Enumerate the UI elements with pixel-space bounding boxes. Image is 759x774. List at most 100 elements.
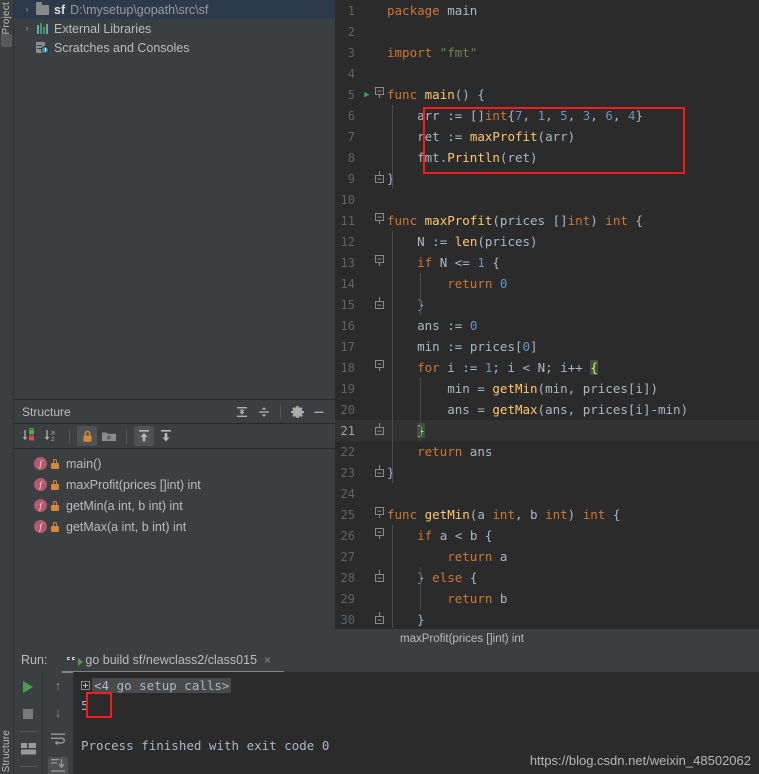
- code-line[interactable]: 14 return 0: [335, 273, 759, 294]
- code-line[interactable]: 7 ret := maxProfit(arr): [335, 126, 759, 147]
- line-number: 12: [340, 234, 355, 249]
- line-number: 9: [347, 171, 355, 186]
- function-badge-icon: f: [34, 520, 47, 533]
- line-number: 4: [347, 66, 355, 81]
- run-icon[interactable]: [18, 677, 38, 697]
- fold-open-icon[interactable]: [373, 507, 385, 522]
- structure-item-getmax[interactable]: f getMax(a int, b int) int: [14, 516, 335, 537]
- soft-wrap-icon[interactable]: [48, 730, 68, 748]
- stop-icon[interactable]: [18, 704, 38, 724]
- collapse-all-icon[interactable]: [254, 402, 274, 422]
- tree-item-external-libraries[interactable]: › External Libraries: [14, 19, 335, 38]
- code-line[interactable]: 27 return a: [335, 546, 759, 567]
- group-by-file-icon[interactable]: [99, 426, 119, 446]
- show-non-public-icon[interactable]: [77, 426, 97, 446]
- code-line[interactable]: 6 arr := []int{7, 1, 5, 3, 6, 4}: [335, 105, 759, 126]
- code-line[interactable]: 16 ans := 0: [335, 315, 759, 336]
- code-line[interactable]: 23}: [335, 462, 759, 483]
- divider: [126, 428, 127, 444]
- sort-by-visibility-icon[interactable]: [20, 426, 40, 446]
- code-line[interactable]: 25 func getMin(a int, b int) int {: [335, 504, 759, 525]
- code-line[interactable]: 4: [335, 63, 759, 84]
- run-console[interactable]: <4 go setup calls> 5 Process finished wi…: [74, 672, 759, 774]
- run-side-toolbar-left: [14, 672, 43, 774]
- code-text: N := len(prices): [417, 234, 538, 249]
- code-line[interactable]: 9}: [335, 168, 759, 189]
- code-line[interactable]: 26 if a < b {: [335, 525, 759, 546]
- code-line[interactable]: 17 min := prices[0]: [335, 336, 759, 357]
- code-line[interactable]: 24: [335, 483, 759, 504]
- code-line[interactable]: 2: [335, 21, 759, 42]
- run-tab-go-build[interactable]: go build sf/newclass2/class015 ×: [61, 648, 275, 672]
- divider: [19, 731, 37, 732]
- code-line[interactable]: 20 ans = getMax(ans, prices[i]-min): [335, 399, 759, 420]
- line-number: 21: [340, 423, 355, 438]
- code-line[interactable]: 1 package main: [335, 0, 759, 21]
- line-number: 14: [340, 276, 355, 291]
- layout-toggle-icon[interactable]: [18, 739, 38, 759]
- structure-item-main[interactable]: f main(): [14, 453, 335, 474]
- fold-open-icon[interactable]: [373, 213, 385, 228]
- breadcrumb[interactable]: maxProfit(prices []int) int: [335, 628, 759, 648]
- console-setup-line[interactable]: <4 go setup calls>: [74, 675, 759, 695]
- chevron-right-icon[interactable]: ›: [20, 24, 34, 33]
- left-tool-strip: 1: Project Structure: [0, 0, 14, 774]
- code-line[interactable]: 12 N := len(prices): [335, 231, 759, 252]
- line-number: 10: [340, 192, 355, 207]
- fold-open-icon[interactable]: [373, 255, 385, 270]
- run-gutter-icon[interactable]: ▶: [361, 90, 373, 100]
- code-line[interactable]: 19 min = getMin(min, prices[i]): [335, 378, 759, 399]
- code-line[interactable]: 30 }: [335, 609, 759, 628]
- code-line[interactable]: 18 for i := 1; i < N; i++ {: [335, 357, 759, 378]
- code-line[interactable]: 21 }: [335, 420, 759, 441]
- code-line[interactable]: 13 if N <= 1 {: [335, 252, 759, 273]
- structure-item-maxprofit[interactable]: f maxProfit(prices []int) int: [14, 474, 335, 495]
- fold-close-icon[interactable]: [373, 297, 385, 312]
- fold-open-icon[interactable]: [373, 87, 385, 102]
- scroll-up-icon[interactable]: ↑: [48, 677, 68, 695]
- expand-all-icon[interactable]: [232, 402, 252, 422]
- function-badge-icon: f: [34, 478, 47, 491]
- fold-close-icon[interactable]: [373, 612, 385, 627]
- fold-open-icon[interactable]: [373, 360, 385, 375]
- code-line[interactable]: 11 func maxProfit(prices []int) int {: [335, 210, 759, 231]
- code-line[interactable]: 15 }: [335, 294, 759, 315]
- tree-item-sf[interactable]: › sf D:\mysetup\gopath\src\sf: [14, 0, 335, 19]
- scroll-to-end-icon[interactable]: [48, 756, 68, 774]
- structure-header-icons: [232, 402, 329, 422]
- line-number: 5: [347, 87, 355, 102]
- code-line[interactable]: 22 return ans: [335, 441, 759, 462]
- expand-icon[interactable]: [81, 680, 90, 690]
- close-icon[interactable]: ×: [264, 653, 271, 667]
- scroll-down-icon[interactable]: ↓: [48, 704, 68, 722]
- code-line[interactable]: 8 fmt.Println(ret): [335, 147, 759, 168]
- chevron-right-icon[interactable]: ›: [20, 5, 34, 14]
- fold-close-icon[interactable]: [373, 423, 385, 438]
- code-line[interactable]: 3 import "fmt": [335, 42, 759, 63]
- tree-item-scratches-and-consoles[interactable]: Scratches and Consoles: [14, 38, 335, 57]
- code-line[interactable]: 29 return b: [335, 588, 759, 609]
- console-finished-text: Process finished with exit code 0: [81, 737, 330, 753]
- fold-close-icon[interactable]: [373, 171, 385, 186]
- code-line[interactable]: 10: [335, 189, 759, 210]
- minimize-icon[interactable]: [309, 402, 329, 422]
- code-area[interactable]: 1 package main 2 3 import "fmt" 4 5 ▶ func main(…: [335, 0, 759, 628]
- line-number: 20: [340, 402, 355, 417]
- code-line[interactable]: 5 ▶ func main() {: [335, 84, 759, 105]
- settings-gear-icon[interactable]: [287, 402, 307, 422]
- show-anonymous-icon[interactable]: [156, 426, 176, 446]
- code-text: return ans: [417, 444, 493, 459]
- structure-tool-window-button[interactable]: Structure: [1, 730, 12, 772]
- run-tool-window: Run: go build sf/newclass2/class015 × ↑ …: [14, 648, 759, 774]
- code-editor[interactable]: 1 package main 2 3 import "fmt" 4 5 ▶ func main(…: [335, 0, 759, 628]
- tree-item-label: Scratches and Consoles: [54, 40, 190, 55]
- fold-close-icon[interactable]: [373, 570, 385, 585]
- line-number: 6: [347, 108, 355, 123]
- fold-open-icon[interactable]: [373, 528, 385, 543]
- show-inherited-icon[interactable]: [134, 426, 154, 446]
- sort-alphabetically-icon[interactable]: a z: [42, 426, 62, 446]
- code-line[interactable]: 28 } else {: [335, 567, 759, 588]
- fold-close-icon[interactable]: [373, 465, 385, 480]
- structure-item-getmin[interactable]: f getMin(a int, b int) int: [14, 495, 335, 516]
- structure-item-label: maxProfit(prices []int) int: [66, 477, 201, 492]
